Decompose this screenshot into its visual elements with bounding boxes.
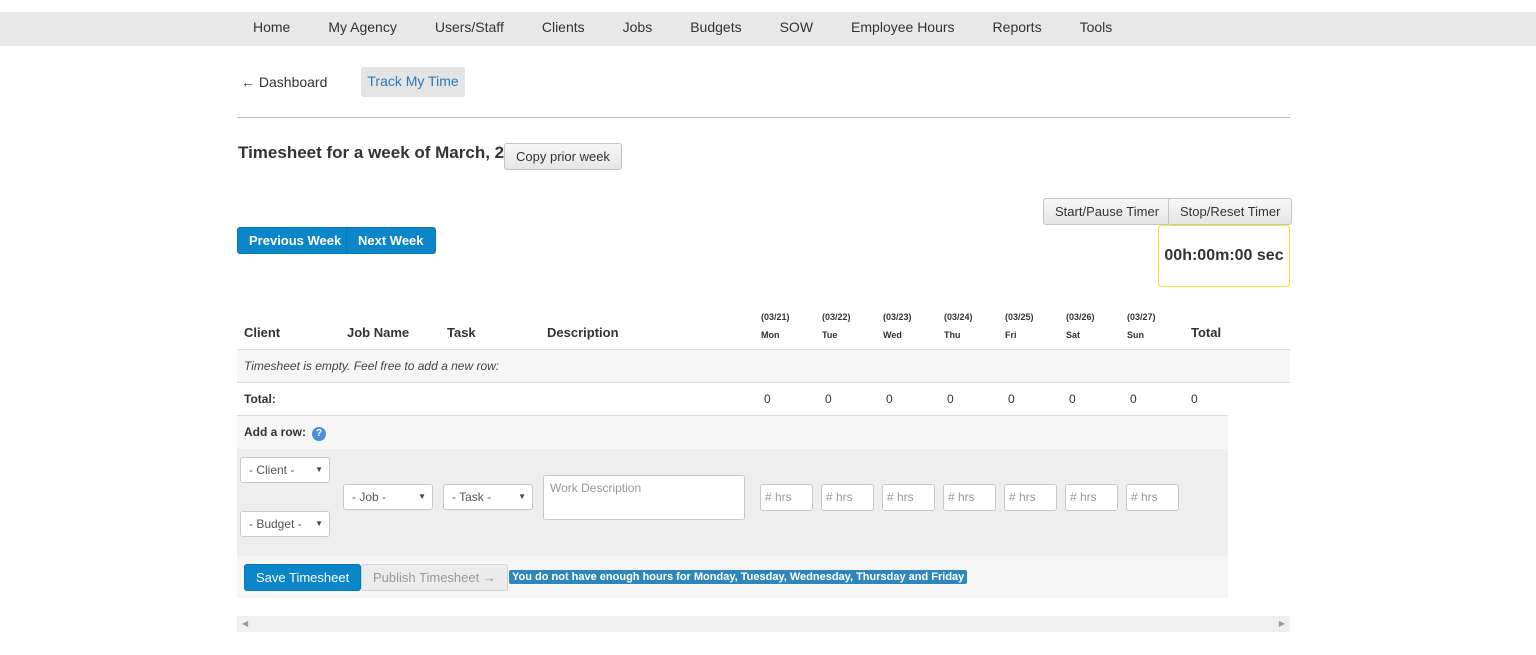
column-header-client: Client: [244, 325, 281, 340]
next-week-button[interactable]: Next Week: [346, 227, 436, 254]
nav-item-my-agency[interactable]: My Agency: [309, 12, 415, 46]
column-header-task: Task: [447, 325, 476, 340]
page-title: Timesheet for a week of March, 21: [238, 143, 514, 162]
total-value-week: 0: [1191, 392, 1198, 406]
day-date: (03/25): [1005, 312, 1034, 322]
save-timesheet-button[interactable]: Save Timesheet: [244, 564, 362, 591]
nav-item-budgets[interactable]: Budgets: [671, 12, 760, 46]
scroll-right-icon[interactable]: ▶: [1279, 619, 1285, 628]
task-select-value: - Task -: [452, 490, 492, 504]
client-select-value: - Client -: [249, 463, 295, 477]
day-date: (03/23): [883, 312, 912, 322]
nav-item-jobs[interactable]: Jobs: [604, 12, 672, 46]
day-date: (03/21): [761, 312, 790, 322]
hours-input-wed[interactable]: # hrs: [882, 484, 935, 511]
column-header-day: (03/23) Wed: [883, 308, 912, 344]
back-to-dashboard-link[interactable]: ← Dashboard: [237, 74, 331, 90]
empty-message: Timesheet is empty. Feel free to add a n…: [244, 359, 500, 373]
column-header-day: (03/21) Mon: [761, 308, 790, 344]
total-value-sat: 0: [1069, 392, 1076, 406]
hours-input-tue[interactable]: # hrs: [821, 484, 874, 511]
day-name: Fri: [1005, 330, 1017, 340]
top-navbar: Home My Agency Users/Staff Clients Jobs …: [0, 12, 1536, 46]
sub-nav: ← Dashboard Track My Time: [237, 67, 465, 97]
chevron-down-icon: ▼: [315, 465, 323, 474]
previous-week-button[interactable]: Previous Week: [237, 227, 354, 254]
total-value-thu: 0: [947, 392, 954, 406]
hours-input-thu[interactable]: # hrs: [943, 484, 996, 511]
add-row-header: Add a row: ?: [237, 416, 1228, 449]
scroll-left-icon[interactable]: ◀: [242, 619, 248, 628]
client-select[interactable]: - Client - ▼: [240, 457, 330, 483]
day-date: (03/26): [1066, 312, 1095, 322]
column-header-job-name: Job Name: [347, 325, 410, 340]
column-header-day: (03/25) Fri: [1005, 308, 1034, 344]
stop-reset-timer-button[interactable]: Stop/Reset Timer: [1168, 198, 1293, 225]
day-date: (03/27): [1127, 312, 1156, 322]
budget-select-value: - Budget -: [249, 517, 302, 531]
chevron-down-icon: ▼: [315, 519, 323, 528]
total-value-mon: 0: [764, 392, 771, 406]
nav-item-tools[interactable]: Tools: [1061, 12, 1132, 46]
hours-input-sat[interactable]: # hrs: [1065, 484, 1118, 511]
column-header-day: (03/24) Thu: [944, 308, 973, 344]
day-name: Sun: [1127, 330, 1144, 340]
publish-timesheet-button[interactable]: Publish Timesheet →: [361, 564, 508, 591]
column-header-total: Total: [1191, 325, 1222, 340]
hours-input-mon[interactable]: # hrs: [760, 484, 813, 511]
tab-track-my-time[interactable]: Track My Time: [361, 67, 465, 97]
total-value-tue: 0: [825, 392, 832, 406]
nav-item-reports[interactable]: Reports: [974, 12, 1061, 46]
total-value-fri: 0: [1008, 392, 1015, 406]
nav-item-home[interactable]: Home: [237, 12, 309, 46]
column-header-day: (03/27) Sun: [1127, 308, 1156, 344]
total-value-wed: 0: [886, 392, 893, 406]
day-date: (03/24): [944, 312, 973, 322]
day-name: Wed: [883, 330, 902, 340]
task-select[interactable]: - Task - ▼: [443, 484, 533, 510]
timer-display: 00h:00m:00 sec: [1158, 225, 1290, 287]
table-divider: [237, 382, 1290, 383]
horizontal-scrollbar[interactable]: ◀ ▶: [237, 616, 1290, 632]
nav-item-sow[interactable]: SOW: [761, 12, 832, 46]
hours-input-sun[interactable]: # hrs: [1126, 484, 1179, 511]
chevron-down-icon: ▼: [518, 492, 526, 501]
budget-select[interactable]: - Budget - ▼: [240, 511, 330, 537]
total-row-label: Total:: [244, 392, 276, 406]
divider: [237, 117, 1290, 118]
hours-warning-badge: You do not have enough hours for Monday,…: [509, 570, 968, 584]
help-icon[interactable]: ?: [312, 427, 326, 441]
total-value-sun: 0: [1130, 392, 1137, 406]
day-name: Tue: [822, 330, 838, 340]
day-name: Thu: [944, 330, 961, 340]
day-name: Mon: [761, 330, 780, 340]
nav-item-clients[interactable]: Clients: [523, 12, 604, 46]
job-select-value: - Job -: [352, 490, 387, 504]
chevron-down-icon: ▼: [418, 492, 426, 501]
job-select[interactable]: - Job - ▼: [343, 484, 433, 510]
column-header-day: (03/22) Tue: [822, 308, 851, 344]
work-description-textarea[interactable]: Work Description: [543, 475, 745, 520]
copy-prior-week-button[interactable]: Copy prior week: [504, 143, 622, 170]
add-row-label: Add a row:: [244, 425, 306, 439]
column-header-description: Description: [547, 325, 619, 340]
top-nav-items: Home My Agency Users/Staff Clients Jobs …: [237, 12, 1131, 46]
day-name: Sat: [1066, 330, 1081, 340]
column-header-day: (03/26) Sat: [1066, 308, 1095, 344]
nav-item-users-staff[interactable]: Users/Staff: [416, 12, 523, 46]
nav-item-employee-hours[interactable]: Employee Hours: [832, 12, 974, 46]
start-pause-timer-button[interactable]: Start/Pause Timer: [1043, 198, 1172, 225]
empty-table-row: Timesheet is empty. Feel free to add a n…: [237, 350, 1290, 383]
hours-input-fri[interactable]: # hrs: [1004, 484, 1057, 511]
day-date: (03/22): [822, 312, 851, 322]
